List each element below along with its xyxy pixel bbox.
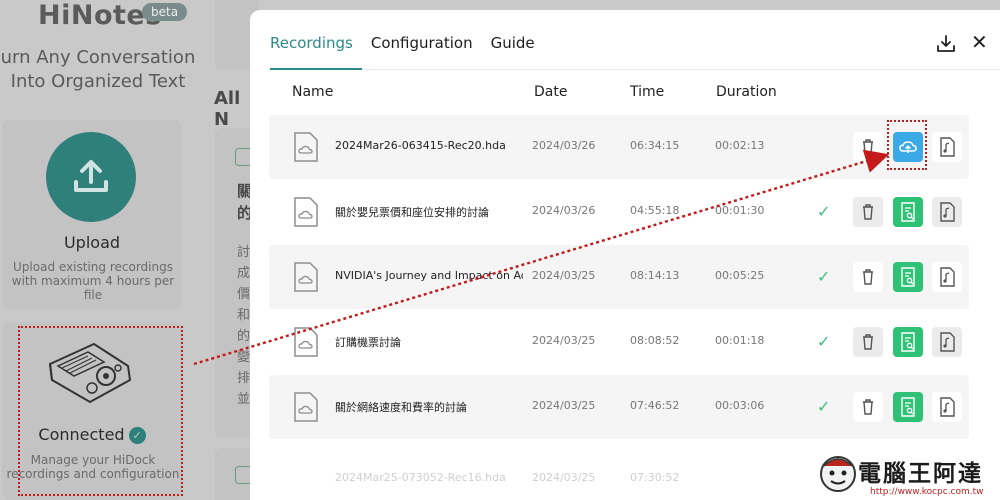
tab-recordings[interactable]: Recordings — [270, 34, 353, 64]
check-icon: ✓ — [817, 267, 831, 286]
file-cloud-icon — [293, 131, 319, 167]
export-audio-button[interactable] — [932, 262, 962, 292]
tab-guide[interactable]: Guide — [491, 34, 535, 64]
recording-date: 2024/03/26 — [532, 204, 596, 217]
file-cloud-icon — [293, 261, 319, 297]
upload-description: Upload existing recordings with maximum … — [11, 260, 175, 302]
highlight-box-upload — [887, 120, 927, 170]
recording-time: 04:55:18 — [630, 204, 680, 217]
watermark: 電腦王阿達 http://www.kocpc.com.tw — [818, 450, 1000, 500]
recording-row[interactable]: NVIDIA's Journey and Impact on Accelerat… — [269, 245, 969, 309]
export-audio-button[interactable] — [932, 327, 962, 357]
close-icon[interactable]: ✕ — [971, 32, 988, 52]
recording-date: 2024/03/25 — [532, 269, 596, 282]
check-icon: ✓ — [817, 202, 831, 221]
export-audio-button[interactable] — [932, 132, 962, 162]
check-icon: ✓ — [817, 332, 831, 351]
column-header-time: Time — [630, 84, 665, 100]
export-audio-button[interactable] — [932, 197, 962, 227]
recording-time: 07:30:52 — [630, 471, 680, 484]
recording-duration: 00:01:30 — [715, 204, 765, 217]
recording-row[interactable]: 關於網絡速度和費率的討論 2024/03/25 07:46:52 00:03:0… — [269, 375, 969, 439]
recording-row[interactable]: 2024Mar26-063415-Rec20.hda 2024/03/26 06… — [269, 115, 969, 179]
upload-icon — [46, 132, 136, 222]
delete-button[interactable] — [853, 392, 883, 422]
active-tab-indicator — [270, 68, 362, 70]
tab-configuration[interactable]: Configuration — [371, 34, 473, 64]
view-transcript-button[interactable] — [893, 392, 923, 422]
recording-duration: 00:02:13 — [715, 139, 765, 152]
recording-date: 2024/03/25 — [532, 471, 596, 484]
recording-time: 08:08:52 — [630, 334, 680, 347]
view-transcript-button[interactable] — [893, 262, 923, 292]
device-modal: Recordings Configuration Guide ✕ Name Da… — [250, 10, 1000, 500]
view-transcript-button[interactable] — [893, 197, 923, 227]
recording-name: 2024Mar26-063415-Rec20.hda — [335, 139, 506, 152]
file-cloud-icon — [293, 391, 319, 427]
recording-time: 08:14:13 — [630, 269, 680, 282]
download-icon[interactable] — [936, 34, 956, 58]
recording-date: 2024/03/25 — [532, 399, 596, 412]
export-audio-button[interactable] — [932, 392, 962, 422]
beta-badge: beta — [142, 3, 188, 21]
check-icon: ✓ — [817, 397, 831, 416]
recording-name: 關於網絡速度和費率的討論 — [335, 401, 467, 414]
column-header-name: Name — [292, 84, 334, 100]
delete-button[interactable] — [853, 327, 883, 357]
recording-duration: 00:01:18 — [715, 334, 765, 347]
delete-button[interactable] — [853, 197, 883, 227]
recording-name: 關於嬰兒票價和座位安排的討論 — [335, 206, 489, 219]
highlight-box-device — [18, 326, 183, 496]
delete-button[interactable] — [853, 132, 883, 162]
recording-duration: 00:03:06 — [715, 399, 765, 412]
recording-name: 訂購機票討論 — [335, 336, 401, 349]
delete-button[interactable] — [853, 262, 883, 292]
recording-row[interactable]: 訂購機票討論 2024/03/25 08:08:52 00:01:18 ✓ — [269, 310, 969, 374]
view-transcript-button[interactable] — [893, 327, 923, 357]
recording-row[interactable]: 關於嬰兒票價和座位安排的討論 2024/03/26 04:55:18 00:01… — [269, 180, 969, 244]
column-header-date: Date — [534, 84, 568, 100]
tagline: urn Any Conversation Into Organized Text — [0, 47, 196, 92]
file-cloud-icon — [293, 326, 319, 362]
column-header-duration: Duration — [716, 84, 777, 100]
file-cloud-icon — [293, 196, 319, 232]
recording-name: NVIDIA's Journey and Impact on Accelerat… — [335, 269, 523, 282]
watermark-url: http://www.kocpc.com.tw — [870, 487, 984, 497]
recording-time: 06:34:15 — [630, 139, 680, 152]
upload-title: Upload — [63, 233, 121, 252]
watermark-title: 電腦王阿達 — [858, 461, 983, 487]
upload-card[interactable]: Upload Upload existing recordings with m… — [2, 120, 182, 310]
tab-bar: Recordings Configuration Guide — [270, 34, 553, 64]
tab-divider — [270, 69, 1000, 70]
recording-time: 07:46:52 — [630, 399, 680, 412]
recording-date: 2024/03/26 — [532, 139, 596, 152]
recording-name: 2024Mar25-073052-Rec16.hda — [335, 471, 506, 484]
recording-duration: 00:05:25 — [715, 269, 765, 282]
recording-date: 2024/03/25 — [532, 334, 596, 347]
mascot-icon — [820, 456, 856, 492]
